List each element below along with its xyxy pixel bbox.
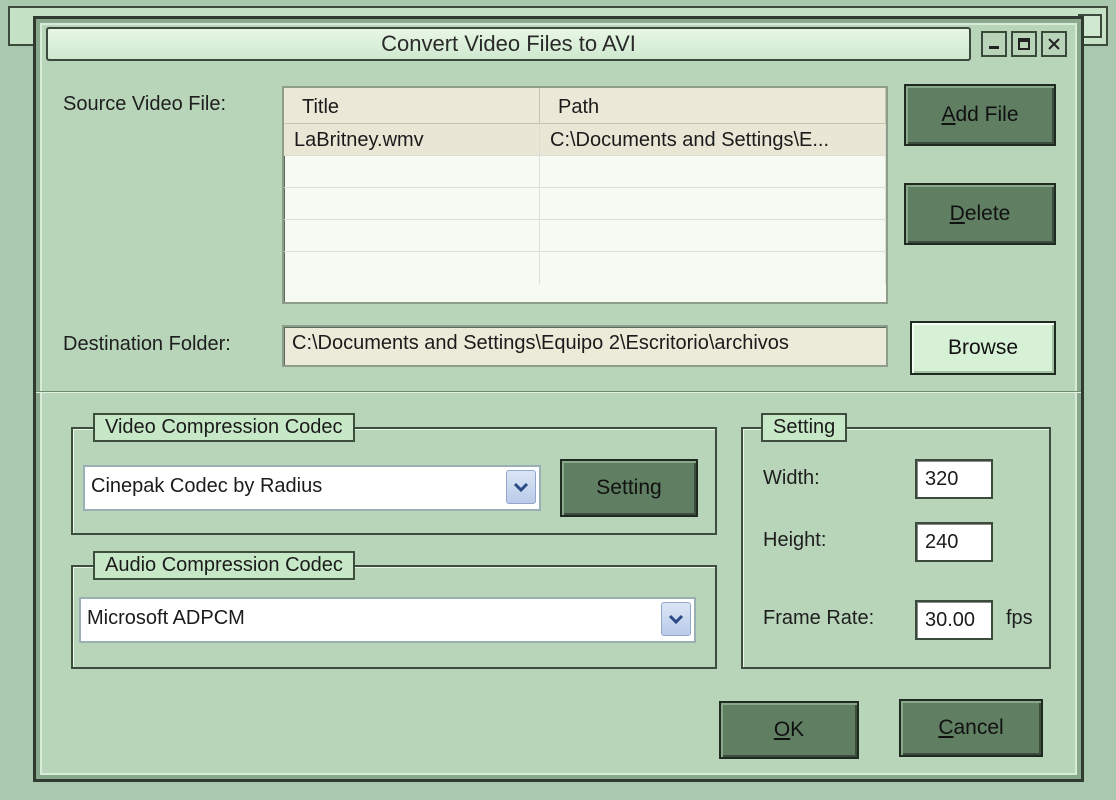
dialog-title-text: Convert Video Files to AVI — [381, 31, 636, 56]
audio-codec-group: Audio Compression Codec Microsoft ADPCM — [71, 551, 717, 669]
convert-dialog: Convert Video Files to AVI Source Video … — [33, 16, 1084, 782]
delete-label: elete — [964, 202, 1011, 225]
frame-rate-label: Frame Rate: — [763, 607, 875, 629]
column-header-path[interactable]: Path — [540, 88, 886, 123]
width-label: Width: — [763, 467, 820, 489]
cell-title: LaBritney.wmv — [284, 124, 540, 155]
table-row-empty — [284, 220, 886, 252]
settings-group-title: Setting — [761, 413, 848, 442]
source-file-list[interactable]: Title Path LaBritney.wmv C:\Documents an… — [282, 86, 888, 304]
chevron-down-icon — [668, 614, 684, 625]
add-file-button[interactable]: Add File — [904, 84, 1056, 146]
video-codec-setting-button[interactable]: Setting — [560, 459, 698, 517]
settings-group: Setting Width: 320 Height: 240 Frame Rat… — [741, 413, 1051, 669]
frame-rate-input[interactable]: 30.00 — [915, 600, 993, 640]
destination-folder-label: Destination Folder: — [63, 333, 231, 355]
audio-codec-select[interactable]: Microsoft ADPCM — [79, 597, 696, 643]
table-row[interactable]: LaBritney.wmv C:\Documents and Settings\… — [284, 124, 886, 156]
video-codec-group-title: Video Compression Codec — [93, 413, 355, 442]
height-input[interactable]: 240 — [915, 522, 993, 562]
minimize-button[interactable] — [981, 31, 1007, 57]
ok-hotkey: O — [773, 718, 791, 741]
column-header-title[interactable]: Title — [284, 88, 540, 123]
maximize-button[interactable] — [1011, 31, 1037, 57]
minimize-icon — [989, 46, 999, 49]
audio-codec-dropdown-button[interactable] — [661, 602, 691, 636]
add-file-hotkey: A — [941, 103, 956, 126]
close-icon — [1048, 38, 1060, 50]
cancel-label: ancel — [953, 716, 1004, 739]
frame-rate-unit: fps — [1006, 607, 1033, 629]
width-input[interactable]: 320 — [915, 459, 993, 499]
cancel-button[interactable]: Cancel — [899, 699, 1043, 757]
table-row-empty — [284, 156, 886, 188]
video-codec-dropdown-button[interactable] — [506, 470, 536, 504]
maximize-icon — [1018, 38, 1030, 50]
video-codec-group: Video Compression Codec Cinepak Codec by… — [71, 413, 717, 535]
list-header: Title Path — [284, 88, 886, 124]
delete-button[interactable]: Delete — [904, 183, 1056, 245]
table-row-empty — [284, 188, 886, 220]
destination-folder-field[interactable]: C:\Documents and Settings\Equipo 2\Escri… — [282, 325, 888, 367]
browse-button[interactable]: Browse — [910, 321, 1056, 375]
video-codec-select[interactable]: Cinepak Codec by Radius — [83, 465, 541, 511]
audio-codec-group-title: Audio Compression Codec — [93, 551, 355, 580]
height-label: Height: — [763, 529, 827, 551]
ok-button[interactable]: OK — [719, 701, 859, 759]
dialog-title: Convert Video Files to AVI — [46, 27, 971, 61]
table-row-empty — [284, 252, 886, 284]
cancel-hotkey: C — [938, 716, 954, 739]
section-divider — [36, 391, 1081, 393]
delete-hotkey: D — [949, 202, 965, 225]
source-video-label: Source Video File: — [63, 93, 227, 115]
ok-label: K — [790, 718, 805, 741]
close-button[interactable] — [1041, 31, 1067, 57]
chevron-down-icon — [513, 482, 529, 493]
add-file-label: dd File — [955, 103, 1019, 126]
cell-path: C:\Documents and Settings\E... — [540, 124, 886, 155]
video-codec-value: Cinepak Codec by Radius — [91, 475, 323, 497]
audio-codec-value: Microsoft ADPCM — [87, 607, 245, 629]
